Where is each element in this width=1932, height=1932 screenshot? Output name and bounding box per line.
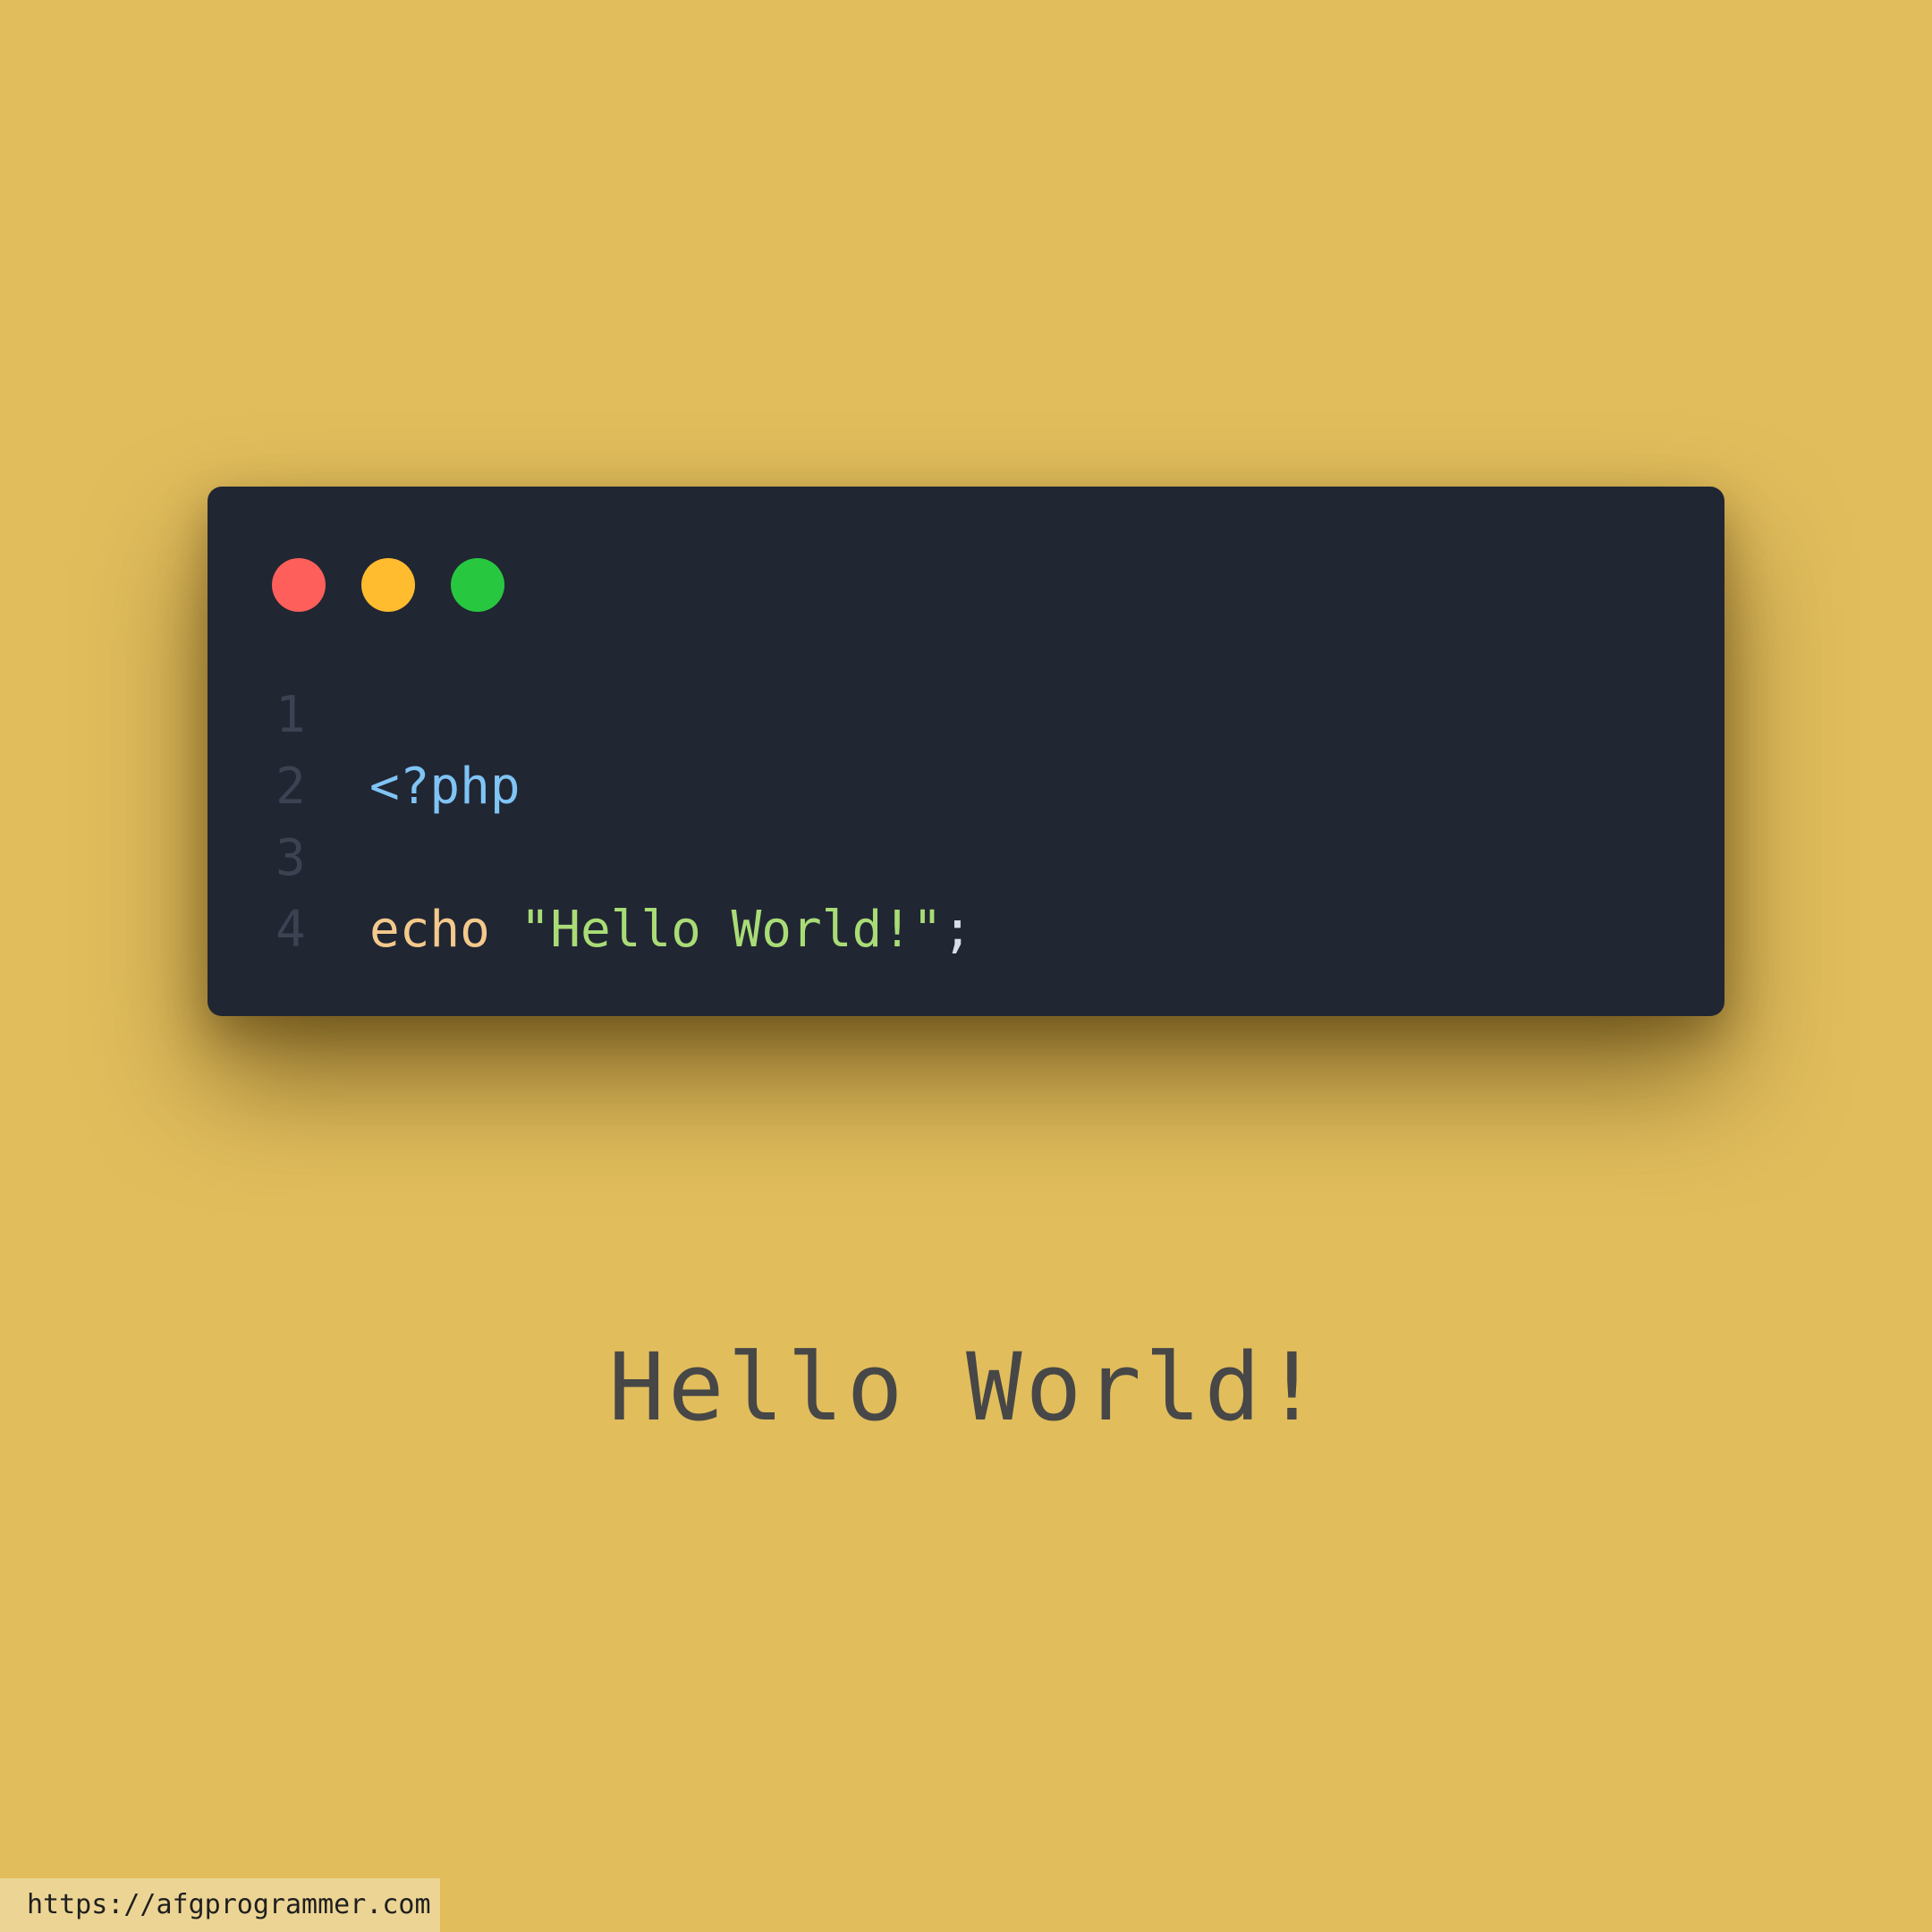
code-window: 1 <?php 2 3 echo "Hello World!"; 4 <box>208 487 1724 1016</box>
code-line: 4 <box>208 823 1724 959</box>
code-line: 2 <box>208 680 1724 816</box>
echo-keyword: echo <box>369 901 490 959</box>
code-line: 3 echo "Hello World!"; <box>208 751 1724 959</box>
maximize-window-dot-icon[interactable] <box>451 558 504 612</box>
output-text: Hello World! <box>608 1333 1324 1442</box>
line-number: 4 <box>275 901 306 959</box>
code-line: 1 <?php <box>208 608 1724 816</box>
string-literal: "Hello World!" <box>520 901 943 959</box>
semicolon: ; <box>942 901 973 959</box>
minimize-window-dot-icon[interactable] <box>361 558 415 612</box>
footer-url[interactable]: https://afgprogrammer.com <box>0 1878 440 1932</box>
close-window-dot-icon[interactable] <box>272 558 326 612</box>
line-content: echo "Hello World!"; <box>369 894 972 966</box>
